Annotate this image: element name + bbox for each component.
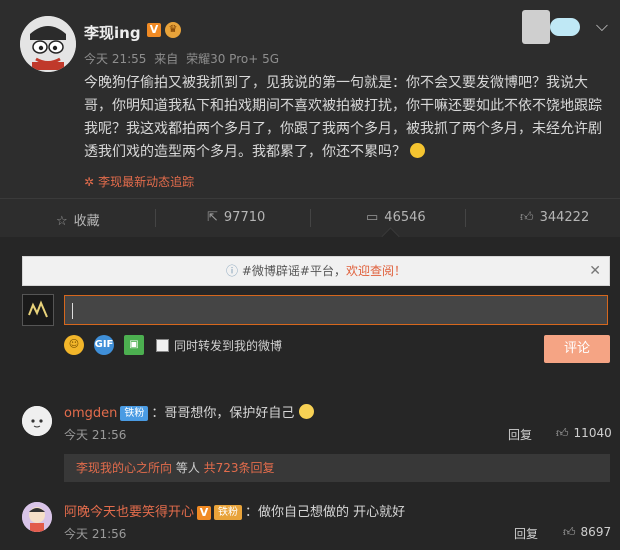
post-meta: 今天 21:55 来自 荣耀30 Pro+ 5G: [84, 50, 283, 67]
comment-item: 阿晚今天也要笑得开心 V 铁粉 ：做你自己想做的 开心就好 今天 21:56 回复 👍…: [0, 490, 620, 550]
rumor-notice: ⓘ #微博辟谣#平台，欢迎查阅！ ✕: [22, 256, 610, 286]
repost-icon: ⇱: [207, 210, 218, 225]
comment-time: 今天 21:56: [64, 428, 127, 442]
favorite-button[interactable]: ☆ 收藏: [56, 210, 100, 229]
chevron-down-icon[interactable]: ⌵: [596, 16, 608, 36]
sub-reply-summary[interactable]: 李现我的心之所向 等人 共723条回复: [64, 454, 610, 482]
post-card-decoration: ⌵: [508, 10, 608, 44]
crown-badge-icon: ♛: [165, 22, 181, 38]
comment-time: 今天 21:56: [64, 527, 127, 541]
trace-star-icon: ✲: [84, 175, 95, 189]
comment-like-button[interactable]: 👍︎ 8697: [563, 525, 611, 540]
comment-composer: ⓘ #微博辟谣#平台，欢迎查阅！ ✕ ☺ GIF ▣ 同时转发到我的微博 评论: [0, 237, 620, 387]
like-button[interactable]: 👍︎ 344222: [520, 210, 589, 225]
repost-button[interactable]: ⇱ 97710: [207, 210, 265, 225]
divider: [465, 209, 466, 227]
post-content: 今晚狗仔偷拍又被我抓到了，见我说的第一句就是：你不会又要发微博吧？我说大哥，你明…: [84, 72, 604, 164]
comment-like-count: 11040: [573, 426, 612, 440]
fan-badge: 铁粉: [120, 406, 149, 421]
repost-checkbox[interactable]: [156, 339, 169, 352]
post-from-label: 来自: [154, 52, 179, 66]
comment-button[interactable]: ▭ 46546: [366, 210, 426, 225]
thumbs-up-icon: 👍︎: [563, 525, 576, 539]
verified-v-icon: V: [197, 506, 212, 520]
trace-link[interactable]: ✲ 李现最新动态追踪: [84, 173, 194, 190]
comment-line: 阿晚今天也要笑得开心 V 铁粉 ：做你自己想做的 开心就好: [64, 501, 405, 520]
author-avatar[interactable]: [20, 16, 76, 72]
comment-icon: ▭: [366, 210, 379, 225]
favorite-label: 收藏: [73, 214, 100, 229]
thumbs-up-icon: 👍︎: [556, 426, 569, 440]
comment-item: omgden 铁粉 ：哥哥想你，保护好自己 今天 21:56 回复 👍︎ 11040 …: [0, 387, 620, 490]
reply-button[interactable]: 回复: [514, 525, 538, 542]
fan-badge: 铁粉: [214, 505, 243, 520]
close-icon[interactable]: ✕: [589, 257, 601, 285]
image-icon[interactable]: ▣: [124, 335, 144, 355]
pleading-emoji-icon: [298, 404, 314, 419]
commenter-name[interactable]: omgden: [64, 406, 117, 421]
comment-count: 46546: [384, 210, 426, 225]
weibo-post: 李现ing V ♛ 今天 21:55 来自 荣耀30 Pro+ 5G 今晚狗仔偷…: [0, 0, 620, 198]
commenter-avatar[interactable]: [22, 406, 52, 436]
commenter-name[interactable]: 阿晚今天也要笑得开心: [64, 505, 194, 520]
divider: [310, 209, 311, 227]
like-count: 344222: [539, 210, 590, 225]
info-icon: ⓘ: [226, 264, 242, 278]
sweat-emoji-icon: [410, 143, 426, 158]
my-avatar[interactable]: [22, 294, 54, 326]
star-icon: ☆: [56, 214, 68, 229]
post-action-bar: ☆ 收藏 ⇱ 97710 ▭ 46546 👍︎ 344222: [0, 198, 620, 238]
post-time[interactable]: 今天 21:55: [84, 52, 146, 66]
comment-text: ：做你自己想做的 开心就好: [245, 505, 406, 520]
thumbs-up-icon: 👍︎: [520, 210, 534, 225]
comment-line: omgden 铁粉 ：哥哥想你，保护好自己: [64, 402, 314, 421]
comment-text: ：哥哥想你，保护好自己: [151, 406, 295, 421]
commenter-avatar[interactable]: [22, 502, 52, 532]
post-device[interactable]: 荣耀30 Pro+ 5G: [186, 52, 279, 66]
comment-input[interactable]: [64, 295, 608, 325]
composer-tools: ☺ GIF ▣ 同时转发到我的微博: [64, 335, 364, 357]
notice-text: #微博辟谣#平台，: [241, 264, 346, 278]
wing-icon: [550, 18, 580, 36]
repost-count: 97710: [223, 210, 266, 225]
text-caret: [72, 303, 73, 319]
gif-icon[interactable]: GIF: [94, 335, 114, 355]
repost-checkbox-label: 同时转发到我的微博: [174, 339, 283, 353]
reply-button[interactable]: 回复: [508, 426, 532, 443]
emoji-icon[interactable]: ☺: [64, 335, 84, 355]
card-portrait-icon: [522, 10, 550, 44]
post-text: 今晚狗仔偷拍又被我抓到了，见我说的第一句就是：你不会又要发微博吧？我说大哥，你明…: [84, 75, 602, 160]
author-name[interactable]: 李现ing: [84, 22, 141, 43]
sub-reply-count[interactable]: 共723条回复: [204, 461, 275, 475]
sub-reply-mid: 等人: [172, 461, 204, 475]
verified-v-icon: V: [147, 23, 161, 37]
submit-comment-button[interactable]: 评论: [544, 335, 610, 363]
divider: [155, 209, 156, 227]
trace-label: 李现最新动态追踪: [98, 175, 195, 189]
sub-reply-user[interactable]: 李现我的心之所向: [76, 461, 172, 475]
comment-like-button[interactable]: 👍︎ 11040: [556, 426, 612, 441]
comment-like-count: 8697: [580, 525, 612, 539]
notice-link[interactable]: 欢迎查阅！: [346, 264, 406, 278]
